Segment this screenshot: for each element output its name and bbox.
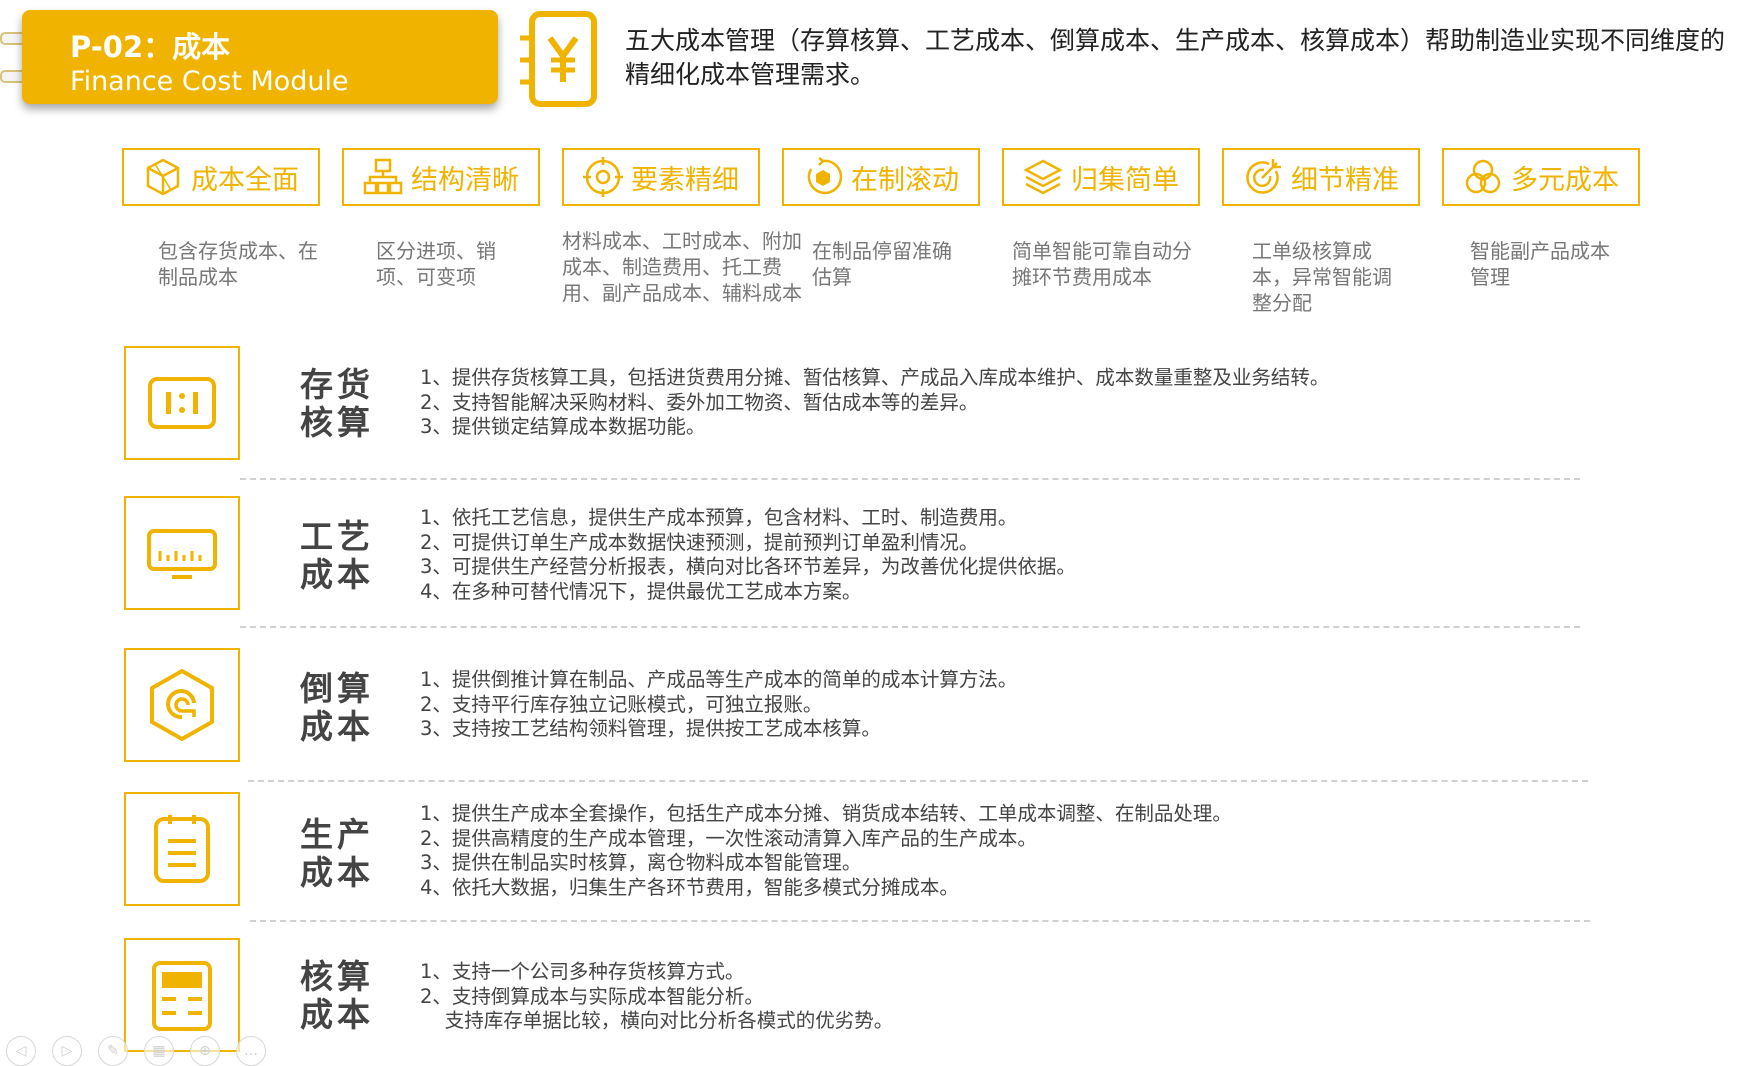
section-line: 2、支持倒算成本与实际成本智能分析。: [420, 984, 764, 1008]
grid-icon: ▦: [152, 1043, 166, 1059]
ruler-icon: [147, 529, 217, 579]
feature-label: 成本全面: [191, 164, 299, 196]
production-cost-icon-box: [124, 792, 240, 906]
yen-icon: [520, 11, 597, 107]
section-line: 2、支持智能解决采购材料、委外加工物资、暂估成本等的差异。: [420, 390, 979, 414]
module-subtitle: Finance Cost Module: [70, 66, 349, 97]
module-title-box: P-02：成本 Finance Cost Module: [22, 10, 498, 104]
network-icon: [1465, 159, 1501, 194]
slides-button[interactable]: ▦: [144, 1036, 174, 1066]
section-lines: 1、提供生产成本全套操作，包括生产成本分摊、销货成本结转、工单成本调整、在制品处…: [420, 802, 1232, 900]
section-title: 生产成本: [300, 815, 374, 892]
section-lines: 1、支持一个公司多种存货核算方式。 2、支持倒算成本与实际成本智能分析。 支持库…: [420, 960, 893, 1034]
section-line: 2、支持平行库存独立记账模式，可独立报账。: [420, 692, 823, 716]
next-slide-button[interactable]: ▷: [52, 1036, 82, 1066]
section-line: 1、提供倒推计算在制品、产成品等生产成本的简单的成本计算方法。: [420, 668, 1018, 691]
section-line: 1、提供存货核算工具，包括进货费用分摊、暂估核算、产成品入库成本维护、成本数量重…: [420, 366, 1330, 389]
zoom-button[interactable]: ⊕: [190, 1036, 220, 1066]
feature-label: 要素精细: [631, 164, 739, 196]
feature-description: 在制品停留准确估算: [812, 239, 952, 289]
section-divider: [240, 478, 1580, 480]
pen-button[interactable]: ✎: [98, 1036, 128, 1066]
feature-label: 归集简单: [1071, 164, 1179, 196]
section-line: 3、提供锁定结算成本数据功能。: [420, 415, 706, 438]
bullseye-icon: [1246, 159, 1281, 194]
module-code: P-02：成本: [70, 30, 231, 64]
feature-description: 区分进项、销项、可变项: [376, 239, 496, 289]
section-lines: 1、提供倒推计算在制品、产成品等生产成本的简单的成本计算方法。 2、支持平行库存…: [420, 668, 1017, 742]
more-icon: …: [244, 1043, 258, 1059]
section-line: 1、支持一个公司多种存货核算方式。: [420, 960, 745, 983]
backflush-cost-icon-box: [124, 648, 240, 762]
section-line: 3、提供在制品实时核算，离仓物料成本智能管理。: [420, 851, 862, 874]
section-lines: 1、提供存货核算工具，包括进货费用分摊、暂估核算、产成品入库成本维护、成本数量重…: [420, 366, 1329, 440]
feature-multi-cost-button[interactable]: 多元成本: [1442, 148, 1640, 206]
cube-icon: [146, 158, 180, 196]
section-line: 4、依托大数据，归集生产各环节费用，智能多模式分摊成本。: [420, 875, 959, 899]
module-intro: 五大成本管理（存算核算、工艺成本、倒算成本、生产成本、核算成本）帮助制造业实现不…: [625, 26, 1726, 89]
feature-description: 包含存货成本、在制品成本: [158, 239, 318, 289]
feature-label: 在制滚动: [851, 164, 959, 196]
section-title: 核算成本: [300, 957, 374, 1034]
ratio-icon: [148, 377, 216, 429]
feature-simple-collection-button[interactable]: 归集简单: [1002, 148, 1200, 206]
process-cost-icon-box: [124, 496, 240, 610]
section-line: 2、可提供订单生产成本数据快速预测，提前预判订单盈利情况。: [420, 530, 979, 554]
hexagon-undo-icon: [150, 668, 214, 742]
chevron-right-icon: ▷: [61, 1043, 73, 1059]
feature-label: 结构清晰: [411, 164, 519, 196]
feature-clear-structure-button[interactable]: 结构清晰: [342, 148, 540, 206]
feature-description: 工单级核算成本，异常智能调整分配: [1252, 239, 1392, 315]
feature-fine-elements-button[interactable]: 要素精细: [562, 148, 760, 206]
inventory-accounting-icon-box: [124, 346, 240, 460]
layers-icon: [1023, 159, 1063, 195]
feature-description: 材料成本、工时成本、附加成本、制造费用、托工费用、副产品成本、辅料成本: [562, 229, 802, 305]
feature-description: 简单智能可靠自动分摊环节费用成本: [1012, 239, 1192, 289]
section-title: 存货核算: [300, 365, 374, 442]
target-icon: [583, 157, 623, 197]
feature-comprehensive-button[interactable]: 成本全面: [122, 148, 320, 206]
pen-icon: ✎: [107, 1043, 119, 1059]
feature-label: 多元成本: [1511, 164, 1619, 196]
feature-description: 智能副产品成本管理: [1470, 239, 1610, 289]
accounting-cost-icon-box: [124, 938, 240, 1052]
section-line: 支持库存单据比较，横向对比分析各模式的优劣势。: [420, 1009, 894, 1032]
org-chart-icon: [363, 158, 403, 195]
section-line: 3、支持按工艺结构领料管理，提供按工艺成本核算。: [420, 717, 881, 740]
chevron-left-icon: ◁: [15, 1043, 27, 1059]
prev-slide-button[interactable]: ◁: [6, 1036, 36, 1066]
section-title: 工艺成本: [300, 517, 374, 594]
calculator-icon: [152, 961, 212, 1031]
feature-precise-detail-button[interactable]: 细节精准: [1222, 148, 1420, 206]
section-title: 倒算成本: [300, 669, 374, 746]
clipboard-icon: [154, 815, 210, 883]
more-button[interactable]: …: [236, 1036, 266, 1066]
rotate-box-icon: [807, 157, 843, 195]
section-divider: [250, 920, 1590, 922]
feature-label: 细节精准: [1291, 164, 1399, 196]
feature-wip-rolling-button[interactable]: 在制滚动: [782, 148, 980, 206]
section-lines: 1、依托工艺信息，提供生产成本预算，包含材料、工时、制造费用。 2、可提供订单生…: [420, 506, 1076, 604]
section-divider: [248, 780, 1588, 782]
section-line: 1、依托工艺信息，提供生产成本预算，包含材料、工时、制造费用。: [420, 506, 1018, 529]
section-divider: [240, 626, 1580, 628]
magnifier-icon: ⊕: [199, 1043, 211, 1059]
section-line: 2、提供高精度的生产成本管理，一次性滚动清算入库产品的生产成本。: [420, 826, 1037, 850]
section-line: 4、在多种可替代情况下，提供最优工艺成本方案。: [420, 579, 862, 603]
section-line: 3、可提供生产经营分析报表，横向对比各环节差异，为改善优化提供依据。: [420, 555, 1076, 578]
section-line: 1、提供生产成本全套操作，包括生产成本分摊、销货成本结转、工单成本调整、在制品处…: [420, 802, 1232, 825]
